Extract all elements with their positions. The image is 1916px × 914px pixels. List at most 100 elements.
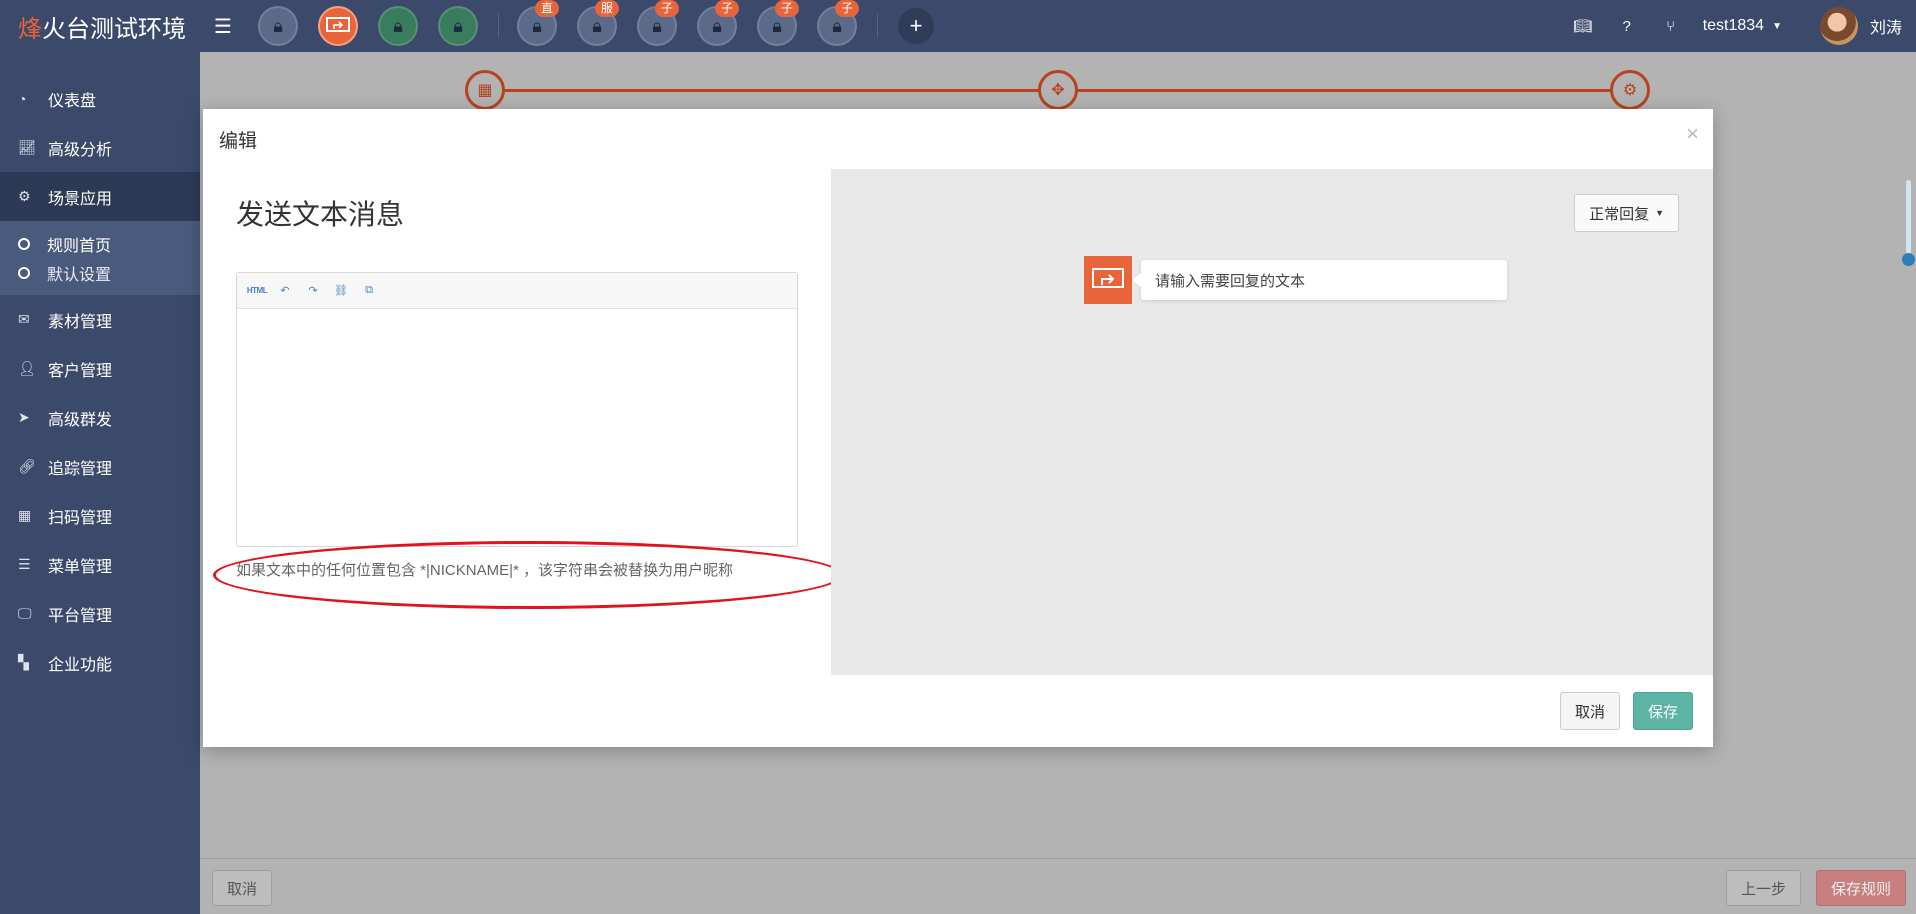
account-avatar[interactable]: 🔒︎ 子 <box>697 0 739 46</box>
branch-icon[interactable]: ⑂ <box>1649 18 1693 35</box>
account-badge: 子 <box>834 0 859 17</box>
highlight-annotation <box>213 541 843 609</box>
sidebar-item-platform[interactable]: 🖵︎ 平台管理 <box>0 589 200 638</box>
sidebar-submenu: 规则首页 默认设置 <box>0 221 200 295</box>
username-dropdown[interactable]: test1834 <box>1703 17 1764 35</box>
sidebar: ◔ 仪表盘 📈︎ 高级分析 ⚙ 场景应用 规则首页 默认设置 ✉ 素材管理 👤︎ 客户管理… <box>0 52 200 914</box>
sidebar-item-qrcode[interactable]: ▦ 扫码管理 <box>0 491 200 540</box>
lock-icon: 🔒︎ <box>273 15 283 36</box>
sidebar-item-dashboard[interactable]: ◔ 仪表盘 <box>0 74 200 123</box>
scroll-indicator[interactable] <box>1900 180 1916 266</box>
unlink-icon[interactable]: ⧉ <box>355 281 383 301</box>
close-icon[interactable]: × <box>1686 121 1699 147</box>
link-icon: 🔗︎ <box>18 458 36 474</box>
sidebar-item-label: 仪表盘 <box>48 92 97 110</box>
cancel-button[interactable]: 取消 <box>1560 692 1621 730</box>
wizard-footer: 取消 上一步 保存规则 <box>200 858 1916 914</box>
modal-title: 编辑 <box>219 130 258 152</box>
sidebar-item-customers[interactable]: 👤︎ 客户管理 <box>0 344 200 393</box>
lock-icon: 🔒︎ <box>453 15 463 36</box>
sidebar-item-analytics[interactable]: 📈︎ 高级分析 <box>0 123 200 172</box>
footer-cancel-button[interactable]: 取消 <box>212 870 273 906</box>
nav-right: 📖︎ ? ⑂ test1834 ▼ 刘涛 <box>1561 0 1916 52</box>
edit-modal: 编辑 × 发送文本消息 HTML ↶ ↷ ⛓ ⧉ 如果文本中的任何位置包含 *|… <box>203 109 1713 747</box>
save-button[interactable]: 保存 <box>1633 692 1694 730</box>
sidebar-item-label: 高级分析 <box>48 141 113 159</box>
modal-editor-panel: 发送文本消息 HTML ↶ ↷ ⛓ ⧉ 如果文本中的任何位置包含 *|NICKN… <box>203 169 843 675</box>
sidebar-item-materials[interactable]: ✉ 素材管理 <box>0 295 200 344</box>
account-switcher: 🔒︎ 🔒︎ 🔒︎ 🔒︎ 直 🔒︎ 服 🔒︎ 子 🔒︎ 子 🔒︎ 子 🔒︎ 子 + <box>258 0 934 46</box>
wizard-step-3[interactable]: ⚙ <box>1610 70 1650 110</box>
prev-step-button[interactable]: 上一步 <box>1726 870 1802 906</box>
account-badge: 服 <box>594 0 619 17</box>
account-avatar[interactable]: 🔒︎ 子 <box>817 0 859 46</box>
sidebar-item-menus[interactable]: ☰ 菜单管理 <box>0 540 200 589</box>
top-navbar: 烽火台测试环境 ☰ 🔒︎ 🔒︎ 🔒︎ 🔒︎ 直 🔒︎ 服 🔒︎ 子 🔒︎ 子 🔒︎ 子 🔒… <box>0 0 1916 52</box>
account-avatar[interactable]: 🔒︎ <box>438 6 478 46</box>
user-realname[interactable]: 刘涛 <box>1870 14 1902 38</box>
sidebar-subitem-default-settings[interactable]: 默认设置 <box>0 258 200 287</box>
brand-text: 火台测试环境 <box>42 15 186 43</box>
account-avatar-active[interactable] <box>318 6 358 46</box>
sidebar-item-label: 扫码管理 <box>48 509 113 527</box>
reply-icon <box>326 17 350 32</box>
grid-icon: ▚ <box>18 654 29 670</box>
account-avatar[interactable]: 🔒︎ 子 <box>637 0 679 46</box>
list-icon: ☰ <box>18 556 31 572</box>
rich-text-editor: HTML ↶ ↷ ⛓ ⧉ <box>236 272 798 547</box>
chevron-down-icon[interactable]: ▼ <box>1772 21 1782 32</box>
text-message-input[interactable] <box>237 309 797 546</box>
avatar[interactable] <box>1819 7 1858 45</box>
brand-logo[interactable]: 烽火台测试环境 <box>0 0 200 52</box>
link-icon[interactable]: ⛓ <box>327 281 355 301</box>
lock-icon: 🔒︎ <box>652 15 662 36</box>
redo-icon[interactable]: ↷ <box>299 281 327 301</box>
sidebar-item-label: 追踪管理 <box>48 460 113 478</box>
reply-type-label: 正常回复 <box>1589 205 1650 223</box>
envelope-icon: ✉ <box>18 311 30 327</box>
account-avatar[interactable]: 🔒︎ 子 <box>757 0 799 46</box>
account-badge: 子 <box>654 0 679 17</box>
reply-type-dropdown[interactable]: 正常回复 ▼ <box>1574 194 1679 232</box>
sidebar-item-enterprise[interactable]: ▚ 企业功能 <box>0 638 200 687</box>
sidebar-item-scenarios[interactable]: ⚙ 场景应用 <box>0 172 200 221</box>
account-badge: 子 <box>774 0 799 17</box>
circle-icon <box>18 237 30 250</box>
book-icon[interactable]: 📖︎ <box>1561 17 1605 35</box>
account-avatar[interactable]: 🔒︎ <box>378 6 418 46</box>
account-avatar[interactable]: 🔒︎ <box>258 6 298 46</box>
sidebar-item-label: 平台管理 <box>48 607 113 625</box>
account-avatar[interactable]: 🔒︎ 直 <box>517 0 559 46</box>
sidebar-item-label: 企业功能 <box>48 656 113 674</box>
modal-preview-panel: 正常回复 ▼ 请输入需要回复的文本 <box>831 169 1713 675</box>
sidebar-item-label: 菜单管理 <box>48 558 113 576</box>
lock-icon: 🔒︎ <box>592 15 602 36</box>
brand-accent: 烽 <box>18 15 42 43</box>
sidebar-item-label: 高级群发 <box>48 411 113 429</box>
qrcode-icon: ▦ <box>18 507 32 523</box>
account-avatar[interactable]: 🔒︎ 服 <box>577 0 619 46</box>
html-source-button[interactable]: HTML <box>243 281 271 301</box>
section-title: 发送文本消息 <box>236 199 405 230</box>
account-badge: 子 <box>714 0 739 17</box>
nav-divider <box>877 14 878 38</box>
hamburger-menu-icon[interactable]: ☰ <box>214 14 238 39</box>
modal-footer: 取消 保存 <box>203 675 1713 747</box>
message-bubble[interactable]: 请输入需要回复的文本 <box>1133 260 1507 300</box>
sidebar-item-label: 客户管理 <box>48 362 113 380</box>
message-preview: 请输入需要回复的文本 <box>1084 256 1507 304</box>
account-badge: 直 <box>534 0 559 17</box>
lock-icon: 🔒︎ <box>393 15 403 36</box>
undo-icon[interactable]: ↶ <box>271 281 299 301</box>
sidebar-subitem-rules-home[interactable]: 规则首页 <box>0 229 200 258</box>
save-rule-button[interactable]: 保存规则 <box>1816 870 1907 906</box>
wizard-step-1[interactable]: ▦ <box>465 70 505 110</box>
add-account-button[interactable]: + <box>898 8 934 44</box>
gear-icon: ⚙ <box>1622 82 1638 99</box>
sidebar-item-broadcast[interactable]: ➤ 高级群发 <box>0 393 200 442</box>
wizard-step-2[interactable]: ✥ <box>1038 70 1078 110</box>
help-icon[interactable]: ? <box>1605 18 1649 35</box>
sidebar-subitem-label: 规则首页 <box>47 237 112 255</box>
sidebar-item-tracking[interactable]: 🔗︎ 追踪管理 <box>0 442 200 491</box>
plus-icon: + <box>909 13 923 38</box>
